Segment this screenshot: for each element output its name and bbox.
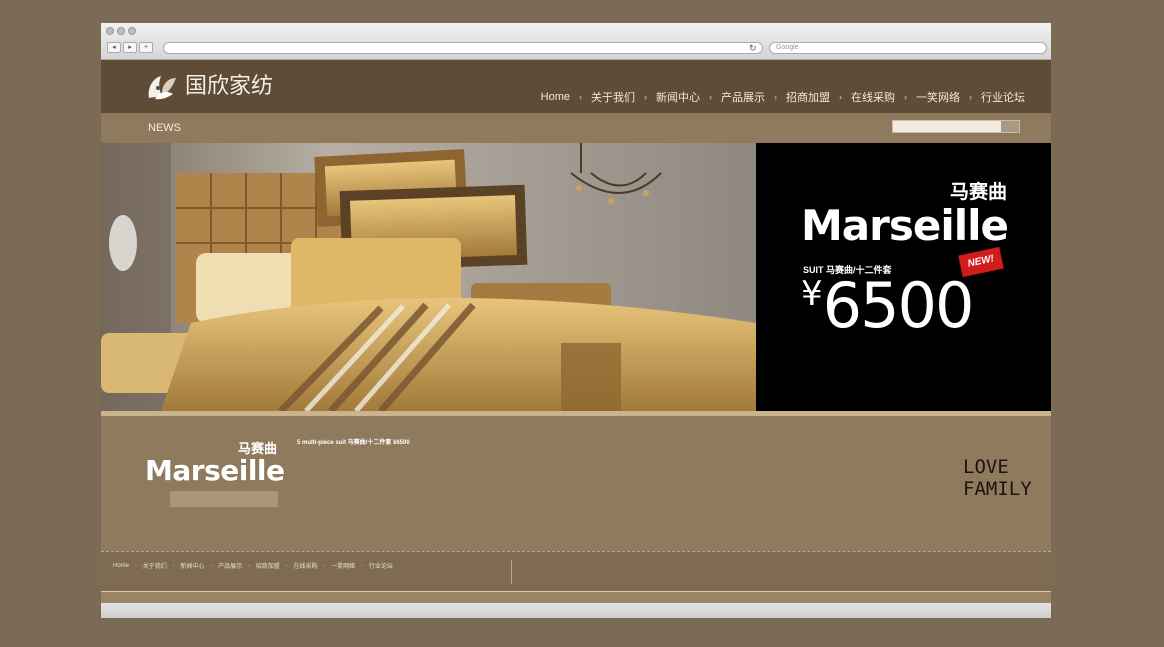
- address-bar[interactable]: [163, 42, 763, 54]
- site-logo[interactable]: 国欣家纺: [145, 72, 273, 102]
- product-headline: 5 multi-piece suit 马赛曲/十二件套 ¥6500: [297, 440, 410, 446]
- promo-panel[interactable]: 马赛曲 Marseille SUIT 马赛曲/十二件套 NEW! ¥6500: [756, 143, 1051, 411]
- site-search-input[interactable]: [892, 120, 1020, 133]
- bedding-product-photo: [101, 143, 756, 411]
- nav-franchise[interactable]: 招商加盟: [786, 89, 830, 105]
- nav-separator: ›: [644, 92, 647, 102]
- nav-news[interactable]: 新闻中心: [656, 89, 700, 105]
- price-value: 6500: [822, 269, 975, 342]
- nav-separator: ›: [579, 92, 582, 102]
- footer-nav-separator: ›: [285, 562, 288, 569]
- promo-price: ¥6500: [801, 269, 975, 342]
- nav-network[interactable]: 一笑网络: [916, 89, 960, 105]
- footer-nav-separator: ›: [323, 562, 326, 569]
- footer-nav-separator: ›: [210, 562, 213, 569]
- nav-separator: ›: [839, 92, 842, 102]
- nav-products[interactable]: 产品展示: [721, 89, 765, 105]
- news-label[interactable]: NEWS: [148, 122, 181, 134]
- nav-separator: ›: [969, 92, 972, 102]
- nav-online-purchase[interactable]: 在线采购: [851, 89, 895, 105]
- nav-about[interactable]: 关于我们: [591, 89, 635, 105]
- flower-logo-icon: [148, 76, 176, 100]
- footer-nav-home[interactable]: Home: [113, 563, 129, 569]
- footer-divider: [511, 560, 512, 584]
- browser-toolbar: ◂ ▸ + ↻ Google: [101, 23, 1051, 60]
- browser-window: ◂ ▸ + ↻ Google 国欣家纺 Home › 关于我们 › 新闻中心 ›…: [101, 23, 1051, 618]
- promo-chinese-title: 马赛曲: [949, 181, 1007, 203]
- back-button[interactable]: ◂: [107, 42, 121, 53]
- close-window-button[interactable]: [106, 27, 114, 35]
- footer-nav-separator: ›: [248, 562, 250, 569]
- footer-nav-about[interactable]: 关于我们: [143, 561, 167, 570]
- site-footer: Home › 关于我们 › 新闻中心 › 产品展示 › 招商加盟 › 在线采购 …: [101, 551, 1051, 591]
- nav-home[interactable]: Home: [541, 91, 570, 103]
- footer-nav-separator: ›: [361, 562, 363, 569]
- site-logo-text: 国欣家纺: [185, 74, 274, 99]
- footer-nav-products[interactable]: 产品展示: [218, 561, 242, 570]
- forward-button[interactable]: ▸: [123, 42, 137, 53]
- hero-banner[interactable]: 马赛曲 Marseille SUIT 马赛曲/十二件套 NEW! ¥6500: [101, 143, 1051, 411]
- window-controls: [106, 27, 136, 35]
- love-family-logo: LOVE FAMILY: [963, 456, 1032, 500]
- nav-forum[interactable]: 行业论坛: [981, 89, 1025, 105]
- browser-status-bar: [101, 603, 1051, 618]
- minimize-window-button[interactable]: [117, 27, 125, 35]
- footer-nav-network[interactable]: 一笑网络: [331, 561, 355, 570]
- footer-nav-online-purchase[interactable]: 在线采购: [293, 561, 317, 570]
- nav-separator: ›: [709, 92, 712, 102]
- footer-nav-forum[interactable]: 行业论坛: [369, 561, 393, 570]
- footer-nav-separator: ›: [172, 562, 175, 569]
- footer-nav-separator: ›: [135, 562, 137, 569]
- news-bar: NEWS: [101, 113, 1051, 143]
- nav-separator: ›: [904, 92, 907, 102]
- currency-symbol: ¥: [801, 274, 823, 314]
- nav-separator: ›: [774, 92, 777, 102]
- site-header: 国欣家纺 Home › 关于我们 › 新闻中心 › 产品展示 › 招商加盟 › …: [101, 60, 1051, 113]
- site-search-button[interactable]: [1001, 121, 1019, 132]
- add-bookmark-button[interactable]: +: [139, 42, 153, 53]
- footer-nav-news[interactable]: 新闻中心: [180, 561, 204, 570]
- browser-search-input[interactable]: Google: [769, 42, 1047, 54]
- footer-nav: Home › 关于我们 › 新闻中心 › 产品展示 › 招商加盟 › 在线采购 …: [113, 561, 393, 571]
- history-buttons: ◂ ▸ +: [107, 42, 153, 53]
- footer-nav-franchise[interactable]: 招商加盟: [256, 561, 280, 570]
- product-content: 马赛曲 Marseille 5 multi-piece suit 马赛曲/十二件…: [101, 416, 1051, 551]
- footer-bottom-strip: [101, 591, 1051, 603]
- main-nav: Home › 关于我们 › 新闻中心 › 产品展示 › 招商加盟 › 在线采购 …: [541, 89, 1025, 105]
- zoom-window-button[interactable]: [128, 27, 136, 35]
- product-input-field[interactable]: [170, 491, 278, 507]
- promo-title: Marseille: [801, 201, 1009, 250]
- product-title: Marseille: [145, 454, 285, 487]
- refresh-icon[interactable]: ↻: [749, 42, 757, 54]
